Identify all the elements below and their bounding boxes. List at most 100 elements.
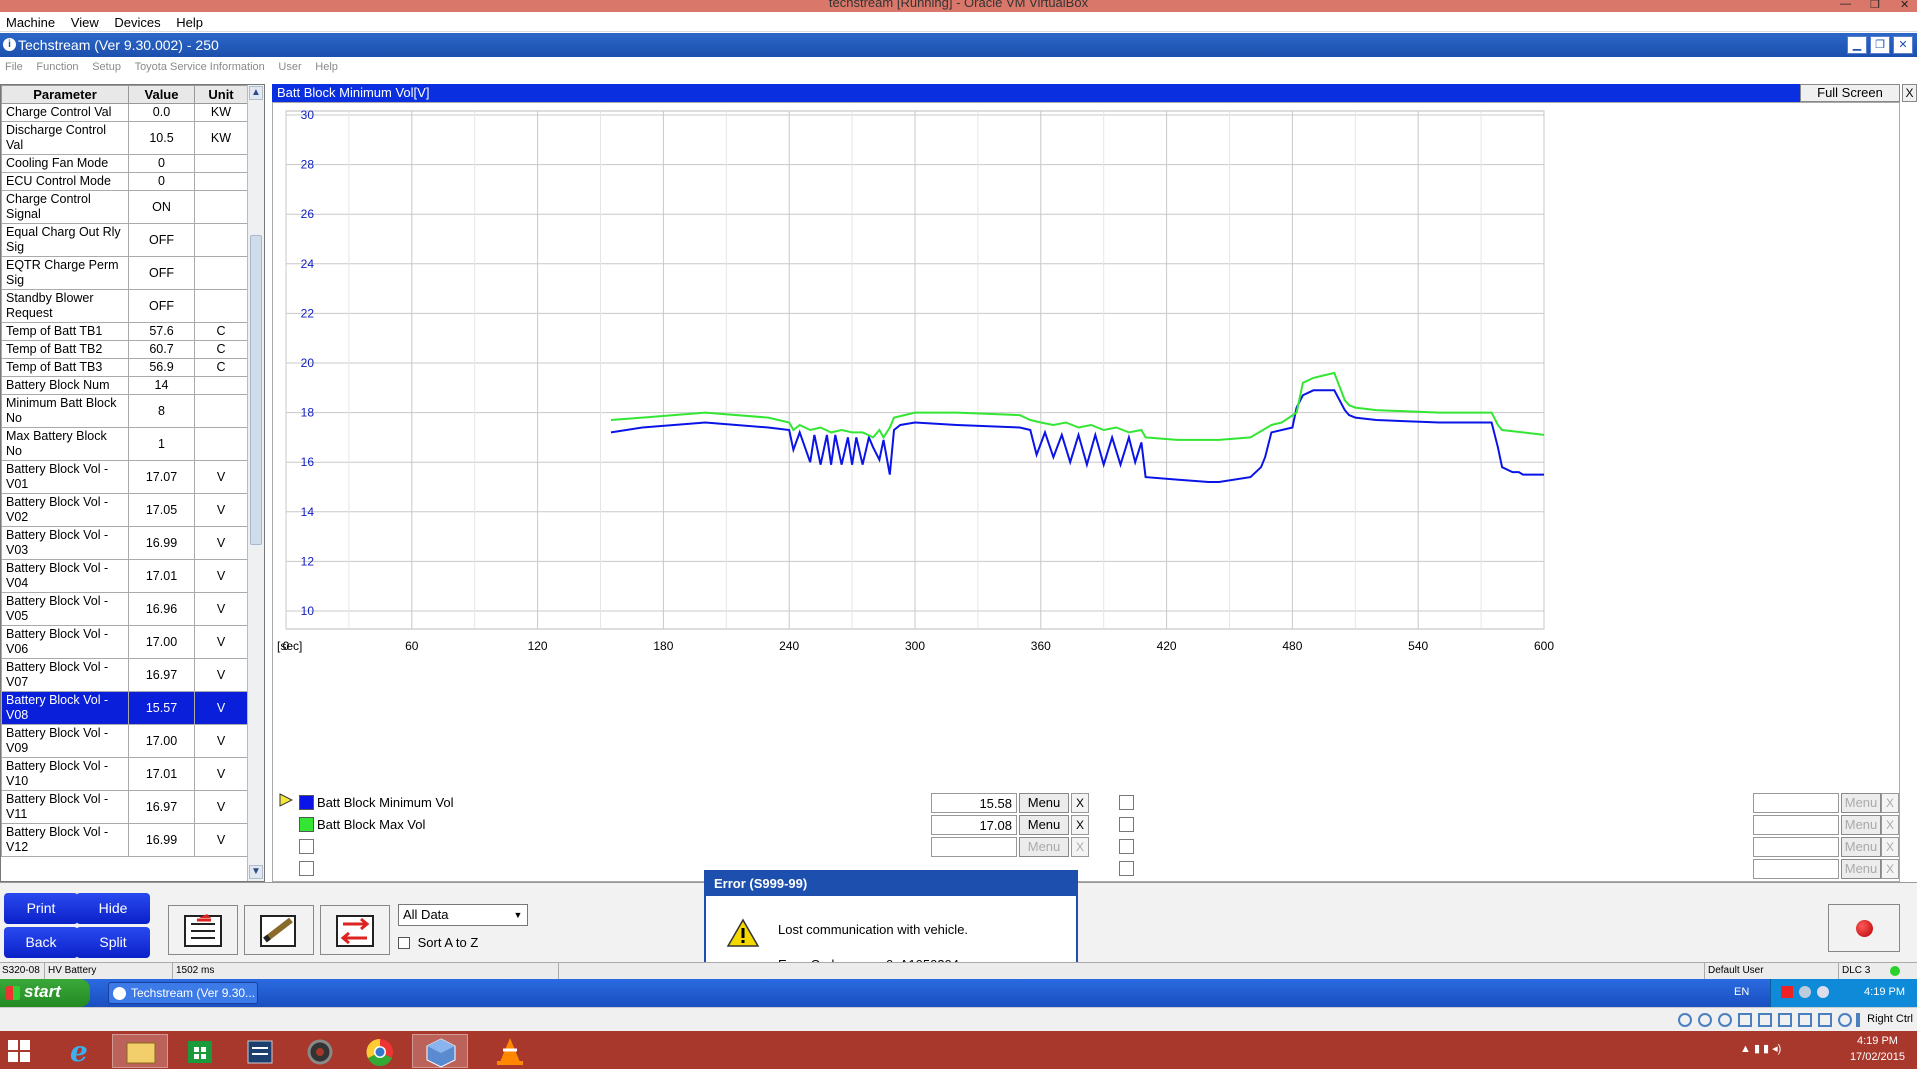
maximize-icon[interactable]: ❐ [1870, 0, 1880, 11]
series-menu-button[interactable]: Menu [1841, 815, 1881, 835]
file-explorer-icon[interactable] [112, 1034, 168, 1068]
series-checkbox[interactable] [1119, 817, 1134, 832]
network-adapter-icon[interactable] [1738, 1013, 1752, 1027]
menu-setup[interactable]: Setup [87, 57, 126, 73]
restore-icon[interactable]: ❐ [1870, 36, 1890, 54]
parameter-row[interactable]: Equal Charg Out Rly Sig OFF [1, 223, 248, 257]
usb-icon[interactable] [1758, 1013, 1772, 1027]
parameter-row[interactable]: Battery Block Vol -V07 16.97 V [1, 658, 248, 692]
taskbar-item-techstream[interactable]: Techstream (Ver 9.30... [108, 982, 258, 1004]
series-menu-button[interactable]: Menu [1019, 837, 1069, 857]
scroll-down-icon[interactable]: ▼ [249, 865, 263, 879]
parameter-scrollbar[interactable]: ▲ ▼ [247, 85, 264, 881]
chevron-down-icon[interactable]: ▼ [511, 907, 525, 923]
gear-app-icon[interactable] [292, 1034, 348, 1068]
parameter-row[interactable]: Temp of Batt TB1 57.6 C [1, 322, 248, 341]
language-indicator[interactable]: EN [1734, 986, 1749, 998]
scroll-thumb[interactable] [250, 235, 262, 545]
tray-volume-icon[interactable] [1817, 986, 1829, 998]
series-checkbox[interactable] [1119, 795, 1134, 810]
series-remove-button[interactable]: X [1881, 815, 1899, 835]
legend-swatch-min[interactable] [299, 795, 314, 810]
hide-button[interactable]: Hide [76, 893, 150, 924]
hdd-activity-icon[interactable] [1678, 1013, 1692, 1027]
series-remove-button[interactable]: X [1881, 837, 1899, 857]
series-menu-button[interactable]: Menu [1019, 815, 1069, 835]
series-menu-button[interactable]: Menu [1841, 859, 1881, 879]
app-window-icon[interactable] [232, 1034, 288, 1068]
chrome-icon[interactable] [352, 1034, 408, 1068]
series-remove-button[interactable]: X [1071, 815, 1089, 835]
audio-icon[interactable] [1718, 1013, 1732, 1027]
full-screen-button[interactable]: Full Screen [1800, 84, 1900, 102]
parameter-row[interactable]: Minimum Batt Block No 8 [1, 394, 248, 428]
sort-checkbox[interactable] [398, 937, 410, 949]
parameter-row[interactable]: Temp of Batt TB2 60.7 C [1, 340, 248, 359]
tray-network-icon[interactable] [1799, 986, 1811, 998]
menu-help[interactable]: Help [170, 12, 209, 30]
series-remove-button[interactable]: X [1071, 837, 1089, 857]
parameter-row[interactable]: ECU Control Mode 0 [1, 172, 248, 191]
minimize-icon[interactable]: ▁ [1847, 36, 1867, 54]
internet-explorer-icon[interactable]: e [52, 1034, 108, 1068]
parameter-row[interactable]: Battery Block Vol -V12 16.99 V [1, 823, 248, 857]
menu-user[interactable]: User [273, 57, 306, 73]
series-menu-button[interactable]: Menu [1841, 837, 1881, 857]
parameter-row[interactable]: Max Battery Block No 1 [1, 427, 248, 461]
parameter-row[interactable]: Charge Control Val 0.0 KW [1, 103, 248, 122]
print-button[interactable]: Print [4, 893, 78, 924]
legend-empty-slot[interactable] [299, 839, 314, 854]
column-header-unit[interactable]: Unit [194, 85, 248, 104]
virtualbox-icon[interactable] [412, 1034, 468, 1068]
menu-function[interactable]: Function [31, 57, 83, 73]
menu-toyota-service-information[interactable]: Toyota Service Information [130, 57, 270, 73]
menu-devices[interactable]: Devices [108, 12, 166, 30]
menu-machine[interactable]: Machine [0, 12, 61, 30]
display-icon[interactable] [1798, 1013, 1812, 1027]
series-remove-button[interactable]: X [1881, 793, 1899, 813]
parameter-row[interactable]: Standby Blower Request OFF [1, 289, 248, 323]
menu-view[interactable]: View [65, 12, 105, 30]
edit-button[interactable] [244, 905, 314, 955]
data-list-button[interactable] [168, 905, 238, 955]
data-filter-select[interactable]: All Data ▼ [398, 904, 528, 926]
series-menu-button[interactable]: Menu [1841, 793, 1881, 813]
back-button[interactable]: Back [4, 927, 78, 958]
parameter-row[interactable]: Battery Block Vol -V09 17.00 V [1, 724, 248, 758]
parameter-row[interactable]: Battery Block Vol -V01 17.07 V [1, 460, 248, 494]
parameter-row[interactable]: Battery Block Vol -V11 16.97 V [1, 790, 248, 824]
parameter-row[interactable]: Battery Block Vol -V06 17.00 V [1, 625, 248, 659]
parameter-row[interactable]: Battery Block Vol -V04 17.01 V [1, 559, 248, 593]
parameter-row[interactable]: Cooling Fan Mode 0 [1, 154, 248, 173]
shared-folder-icon[interactable] [1778, 1013, 1792, 1027]
legend-empty-slot[interactable] [299, 861, 314, 876]
parameter-row[interactable]: Battery Block Num 14 [1, 376, 248, 395]
vm-clock[interactable]: 4:19 PM [1864, 986, 1905, 998]
swap-button[interactable] [320, 905, 390, 955]
series-menu-button[interactable]: Menu [1019, 793, 1069, 813]
record-button[interactable] [1828, 904, 1900, 952]
parameter-row[interactable]: Charge Control Signal ON [1, 190, 248, 224]
column-header-value[interactable]: Value [128, 85, 195, 104]
split-button[interactable]: Split [76, 927, 150, 958]
parameter-row[interactable]: EQTR Charge Perm Sig OFF [1, 256, 248, 290]
vlc-icon[interactable] [482, 1034, 538, 1068]
host-tray-icons[interactable]: ▲ ▮ ▮ ◂) [1740, 1042, 1781, 1055]
legend-swatch-max[interactable] [299, 817, 314, 832]
parameter-row[interactable]: Battery Block Vol -V05 16.96 V [1, 592, 248, 626]
tray-app-icon[interactable] [1781, 986, 1793, 998]
parameter-row[interactable]: Battery Block Vol -V10 17.01 V [1, 757, 248, 791]
close-icon[interactable]: ✕ [1900, 0, 1909, 11]
parameter-row[interactable]: Battery Block Vol -V03 16.99 V [1, 526, 248, 560]
parameter-row[interactable]: Temp of Batt TB3 56.9 C [1, 358, 248, 377]
column-header-parameter[interactable]: Parameter [1, 85, 129, 104]
series-remove-button[interactable]: X [1881, 859, 1899, 879]
start-button[interactable]: start [0, 979, 90, 1007]
windows-logo-icon[interactable] [8, 1040, 30, 1062]
optical-drive-icon[interactable] [1698, 1013, 1712, 1027]
series-checkbox[interactable] [1119, 839, 1134, 854]
parameter-row[interactable]: Battery Block Vol -V08 15.57 V [1, 691, 248, 725]
host-clock[interactable]: 4:19 PM 17/02/2015 [1850, 1033, 1905, 1065]
graph-close-button[interactable]: X [1902, 84, 1917, 102]
minimize-icon[interactable]: — [1840, 0, 1851, 10]
